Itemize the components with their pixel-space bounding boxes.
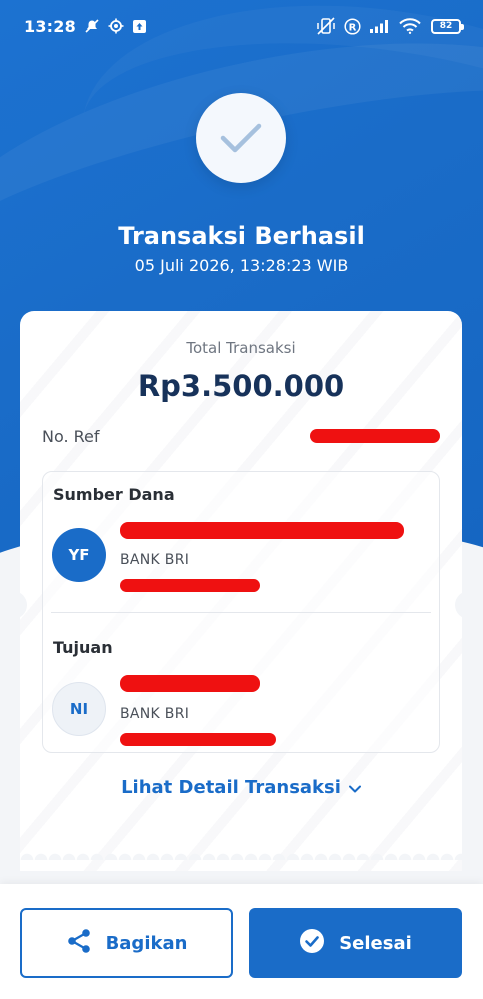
view-details-link[interactable]: Lihat Detail Transaksi (20, 777, 462, 798)
check-circle-icon (299, 928, 325, 959)
ref-number-redacted (310, 429, 440, 443)
signal-icon (369, 19, 391, 34)
upload-icon (132, 19, 147, 34)
card-scalloped-edge (20, 846, 462, 860)
view-details-label: Lihat Detail Transaksi (121, 777, 341, 798)
status-bar: 13:28 R 82 (0, 0, 483, 52)
receipt-card: Total Transaksi Rp3.500.000 No. Ref Sumb… (20, 311, 462, 871)
destination-title: Tujuan (53, 638, 113, 657)
wifi-icon (399, 18, 421, 34)
success-checkmark-icon (196, 93, 286, 183)
source-avatar: YF (52, 528, 106, 582)
destination-bank: BANK BRI (120, 706, 190, 722)
destination-account-redacted (120, 733, 276, 746)
card-notch-left (20, 591, 27, 619)
done-button[interactable]: Selesai (249, 908, 462, 978)
total-amount: Rp3.500.000 (137, 369, 345, 403)
notification-muted-icon (84, 18, 100, 34)
registered-icon: R (344, 17, 361, 35)
ref-label: No. Ref (42, 427, 100, 446)
source-bank: BANK BRI (120, 552, 190, 568)
destination-avatar: NI (52, 682, 106, 736)
done-label: Selesai (339, 932, 412, 954)
vibrate-off-icon (316, 17, 336, 35)
source-title: Sumber Dana (53, 485, 175, 504)
svg-text:R: R (349, 22, 357, 33)
total-label: Total Transaksi (186, 339, 296, 357)
status-time: 13:28 (24, 16, 76, 36)
location-icon (108, 18, 124, 34)
share-icon (66, 928, 92, 959)
destination-name-redacted (120, 675, 260, 692)
card-notch-right (455, 591, 462, 619)
footer-bar: Bagikan Selesai (0, 884, 483, 999)
source-account-redacted (120, 579, 260, 592)
source-name-redacted (120, 522, 404, 539)
transaction-datetime: 05 Juli 2026, 13:28:23 WIB (134, 256, 349, 275)
battery-icon: 82 (431, 18, 464, 34)
party-divider (51, 612, 431, 613)
share-label: Bagikan (105, 932, 188, 954)
page-title: Transaksi Berhasil (118, 222, 365, 250)
chevron-down-icon (348, 777, 361, 798)
parties-box: Sumber Dana YF BANK BRI Tujuan NI BANK B… (42, 471, 440, 753)
share-button[interactable]: Bagikan (20, 908, 233, 978)
